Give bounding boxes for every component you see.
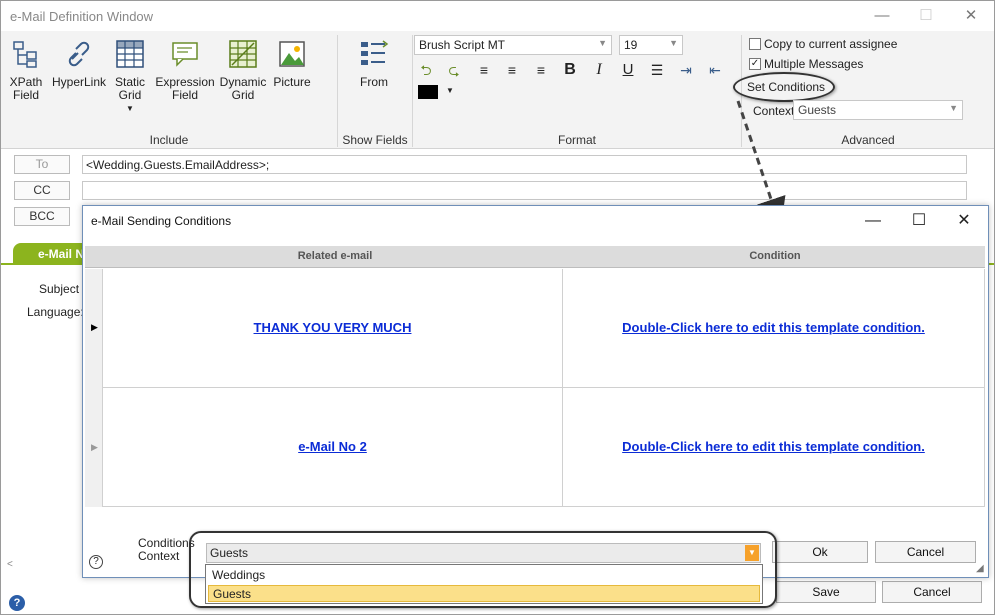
align-center-icon[interactable]: ≡ bbox=[501, 60, 523, 80]
italic-icon[interactable]: I bbox=[588, 60, 610, 80]
static-grid-label: Static Grid bbox=[114, 75, 145, 102]
dialog-help-icon[interactable]: ? bbox=[89, 555, 103, 569]
title-bar: e-Mail Definition Window — ☐ ✕ bbox=[1, 1, 994, 31]
bold-icon[interactable]: B bbox=[559, 60, 581, 80]
picture-label: Picture bbox=[273, 75, 311, 89]
static-grid-button[interactable]: Static Grid ▼ bbox=[111, 37, 149, 115]
align-left-icon[interactable]: ≡ bbox=[473, 60, 495, 80]
window-title: e-Mail Definition Window bbox=[10, 9, 154, 24]
chevron-down-icon: ▼ bbox=[598, 38, 607, 48]
cancel-button[interactable]: Cancel bbox=[882, 581, 982, 603]
context-value: Guests bbox=[798, 103, 837, 117]
col-condition: Condition bbox=[749, 250, 801, 262]
font-size-select[interactable]: 19 ▼ bbox=[619, 35, 683, 55]
from-label: From bbox=[360, 75, 388, 89]
to-field[interactable]: <Wedding.Guests.EmailAddress>; bbox=[82, 155, 967, 174]
font-color-swatch[interactable] bbox=[418, 85, 438, 99]
conditions-context-label: Conditions Context bbox=[138, 536, 195, 563]
col-related-email: Related e-mail bbox=[297, 250, 373, 262]
condition-link[interactable]: Double-Click here to edit this template … bbox=[563, 320, 984, 335]
from-button[interactable]: From bbox=[353, 37, 395, 89]
dynamic-grid-button[interactable]: Dynamic Grid bbox=[219, 37, 267, 102]
multiple-messages-label: Multiple Messages bbox=[764, 57, 864, 71]
redo-icon[interactable]: ⮎ bbox=[443, 60, 465, 80]
indent-icon[interactable]: ⇥ bbox=[675, 60, 697, 80]
static-grid-dropdown-icon: ▼ bbox=[126, 104, 134, 113]
scroll-left-icon[interactable]: < bbox=[7, 559, 13, 570]
sending-conditions-dialog: e-Mail Sending Conditions — ☐ ✕ Related … bbox=[82, 205, 989, 604]
undo-icon[interactable]: ⮌ bbox=[415, 60, 437, 80]
subject-label: Subject bbox=[39, 282, 80, 296]
language-label: Language: bbox=[27, 305, 84, 319]
maximize-button[interactable]: ☐ bbox=[911, 5, 941, 27]
underline-icon[interactable]: U bbox=[617, 60, 639, 80]
show-fields-group-label: Show Fields bbox=[342, 133, 408, 147]
copy-assignee-label: Copy to current assignee bbox=[764, 37, 898, 51]
related-email-link[interactable]: e-Mail No 2 bbox=[103, 439, 562, 454]
save-button[interactable]: Save bbox=[776, 581, 876, 603]
expression-field-label: Expression Field bbox=[155, 75, 215, 102]
dialog-minimize-button[interactable]: — bbox=[855, 210, 891, 232]
bullet-list-icon[interactable]: ☰ bbox=[646, 60, 668, 80]
xpath-field-label: XPath Field bbox=[9, 75, 43, 102]
minimize-button[interactable]: — bbox=[867, 5, 897, 27]
hyperlink-label: HyperLink bbox=[51, 75, 107, 89]
hyperlink-button[interactable]: HyperLink bbox=[51, 37, 107, 89]
highlight-box bbox=[189, 531, 777, 608]
font-family-select[interactable]: Brush Script MT ▼ bbox=[414, 35, 612, 55]
close-button[interactable]: ✕ bbox=[956, 5, 986, 27]
current-row-indicator-icon: ▶ bbox=[91, 322, 98, 332]
context-select[interactable]: Guests ▼ bbox=[793, 100, 963, 120]
chevron-down-icon: ▼ bbox=[949, 103, 958, 113]
picture-icon bbox=[279, 41, 305, 67]
copy-assignee-checkbox[interactable] bbox=[749, 38, 761, 50]
outdent-icon[interactable]: ⇤ bbox=[704, 60, 726, 80]
include-group-label: Include bbox=[149, 133, 189, 147]
font-family-value: Brush Script MT bbox=[419, 38, 506, 52]
row-header-column bbox=[85, 269, 103, 507]
ribbon: XPath Field HyperLink Static Grid ▼ Expr… bbox=[1, 31, 994, 149]
from-fields-icon bbox=[361, 40, 389, 65]
xpath-field-button[interactable]: XPath Field bbox=[6, 37, 46, 102]
group-separator bbox=[412, 35, 413, 147]
context-label: Context bbox=[753, 104, 795, 118]
cc-button[interactable]: CC bbox=[14, 181, 70, 200]
picture-button[interactable]: Picture bbox=[269, 37, 315, 89]
dialog-ok-button[interactable]: Ok bbox=[772, 541, 868, 563]
expression-icon bbox=[172, 42, 198, 67]
grid-icon bbox=[116, 40, 144, 68]
highlight-ellipse bbox=[733, 72, 835, 102]
dialog-maximize-button[interactable]: ☐ bbox=[901, 210, 937, 232]
row-indicator-icon: ▶ bbox=[91, 442, 98, 452]
expression-field-button[interactable]: Expression Field bbox=[154, 37, 216, 102]
tab-email[interactable]: e-Mail N bbox=[13, 243, 93, 264]
table-row[interactable]: e-Mail No 2 bbox=[103, 388, 563, 507]
table-cell-condition[interactable]: Double-Click here to edit this template … bbox=[563, 388, 985, 507]
help-icon[interactable]: ? bbox=[9, 595, 25, 611]
condition-link[interactable]: Double-Click here to edit this template … bbox=[563, 439, 984, 454]
grid-header: Related e-mail Condition bbox=[85, 246, 985, 268]
dialog-title: e-Mail Sending Conditions bbox=[91, 214, 232, 228]
group-separator bbox=[337, 35, 338, 147]
advanced-group-label: Advanced bbox=[841, 133, 895, 147]
dialog-cancel-button[interactable]: Cancel bbox=[875, 541, 976, 563]
align-right-icon[interactable]: ≡ bbox=[530, 60, 552, 80]
cc-field[interactable] bbox=[82, 181, 967, 200]
table-cell-condition[interactable]: Double-Click here to edit this template … bbox=[563, 269, 985, 388]
dynamic-grid-icon bbox=[229, 40, 257, 68]
font-color-dropdown-icon[interactable]: ▼ bbox=[446, 86, 454, 95]
dialog-close-button[interactable]: ✕ bbox=[946, 210, 982, 232]
xpath-icon bbox=[13, 41, 37, 68]
hyperlink-icon bbox=[68, 41, 90, 67]
chevron-down-icon: ▼ bbox=[669, 38, 678, 48]
format-group-label: Format bbox=[557, 133, 596, 147]
resize-grip-icon[interactable]: ◢ bbox=[976, 563, 984, 574]
bcc-button[interactable]: BCC bbox=[14, 207, 70, 226]
related-email-link[interactable]: THANK YOU VERY MUCH bbox=[103, 320, 562, 335]
multiple-messages-checkbox[interactable]: ✓ bbox=[749, 58, 761, 70]
to-button[interactable]: To bbox=[14, 155, 70, 174]
table-row[interactable]: THANK YOU VERY MUCH bbox=[103, 269, 563, 388]
dynamic-grid-label: Dynamic Grid bbox=[219, 75, 267, 102]
font-size-value: 19 bbox=[624, 38, 638, 52]
